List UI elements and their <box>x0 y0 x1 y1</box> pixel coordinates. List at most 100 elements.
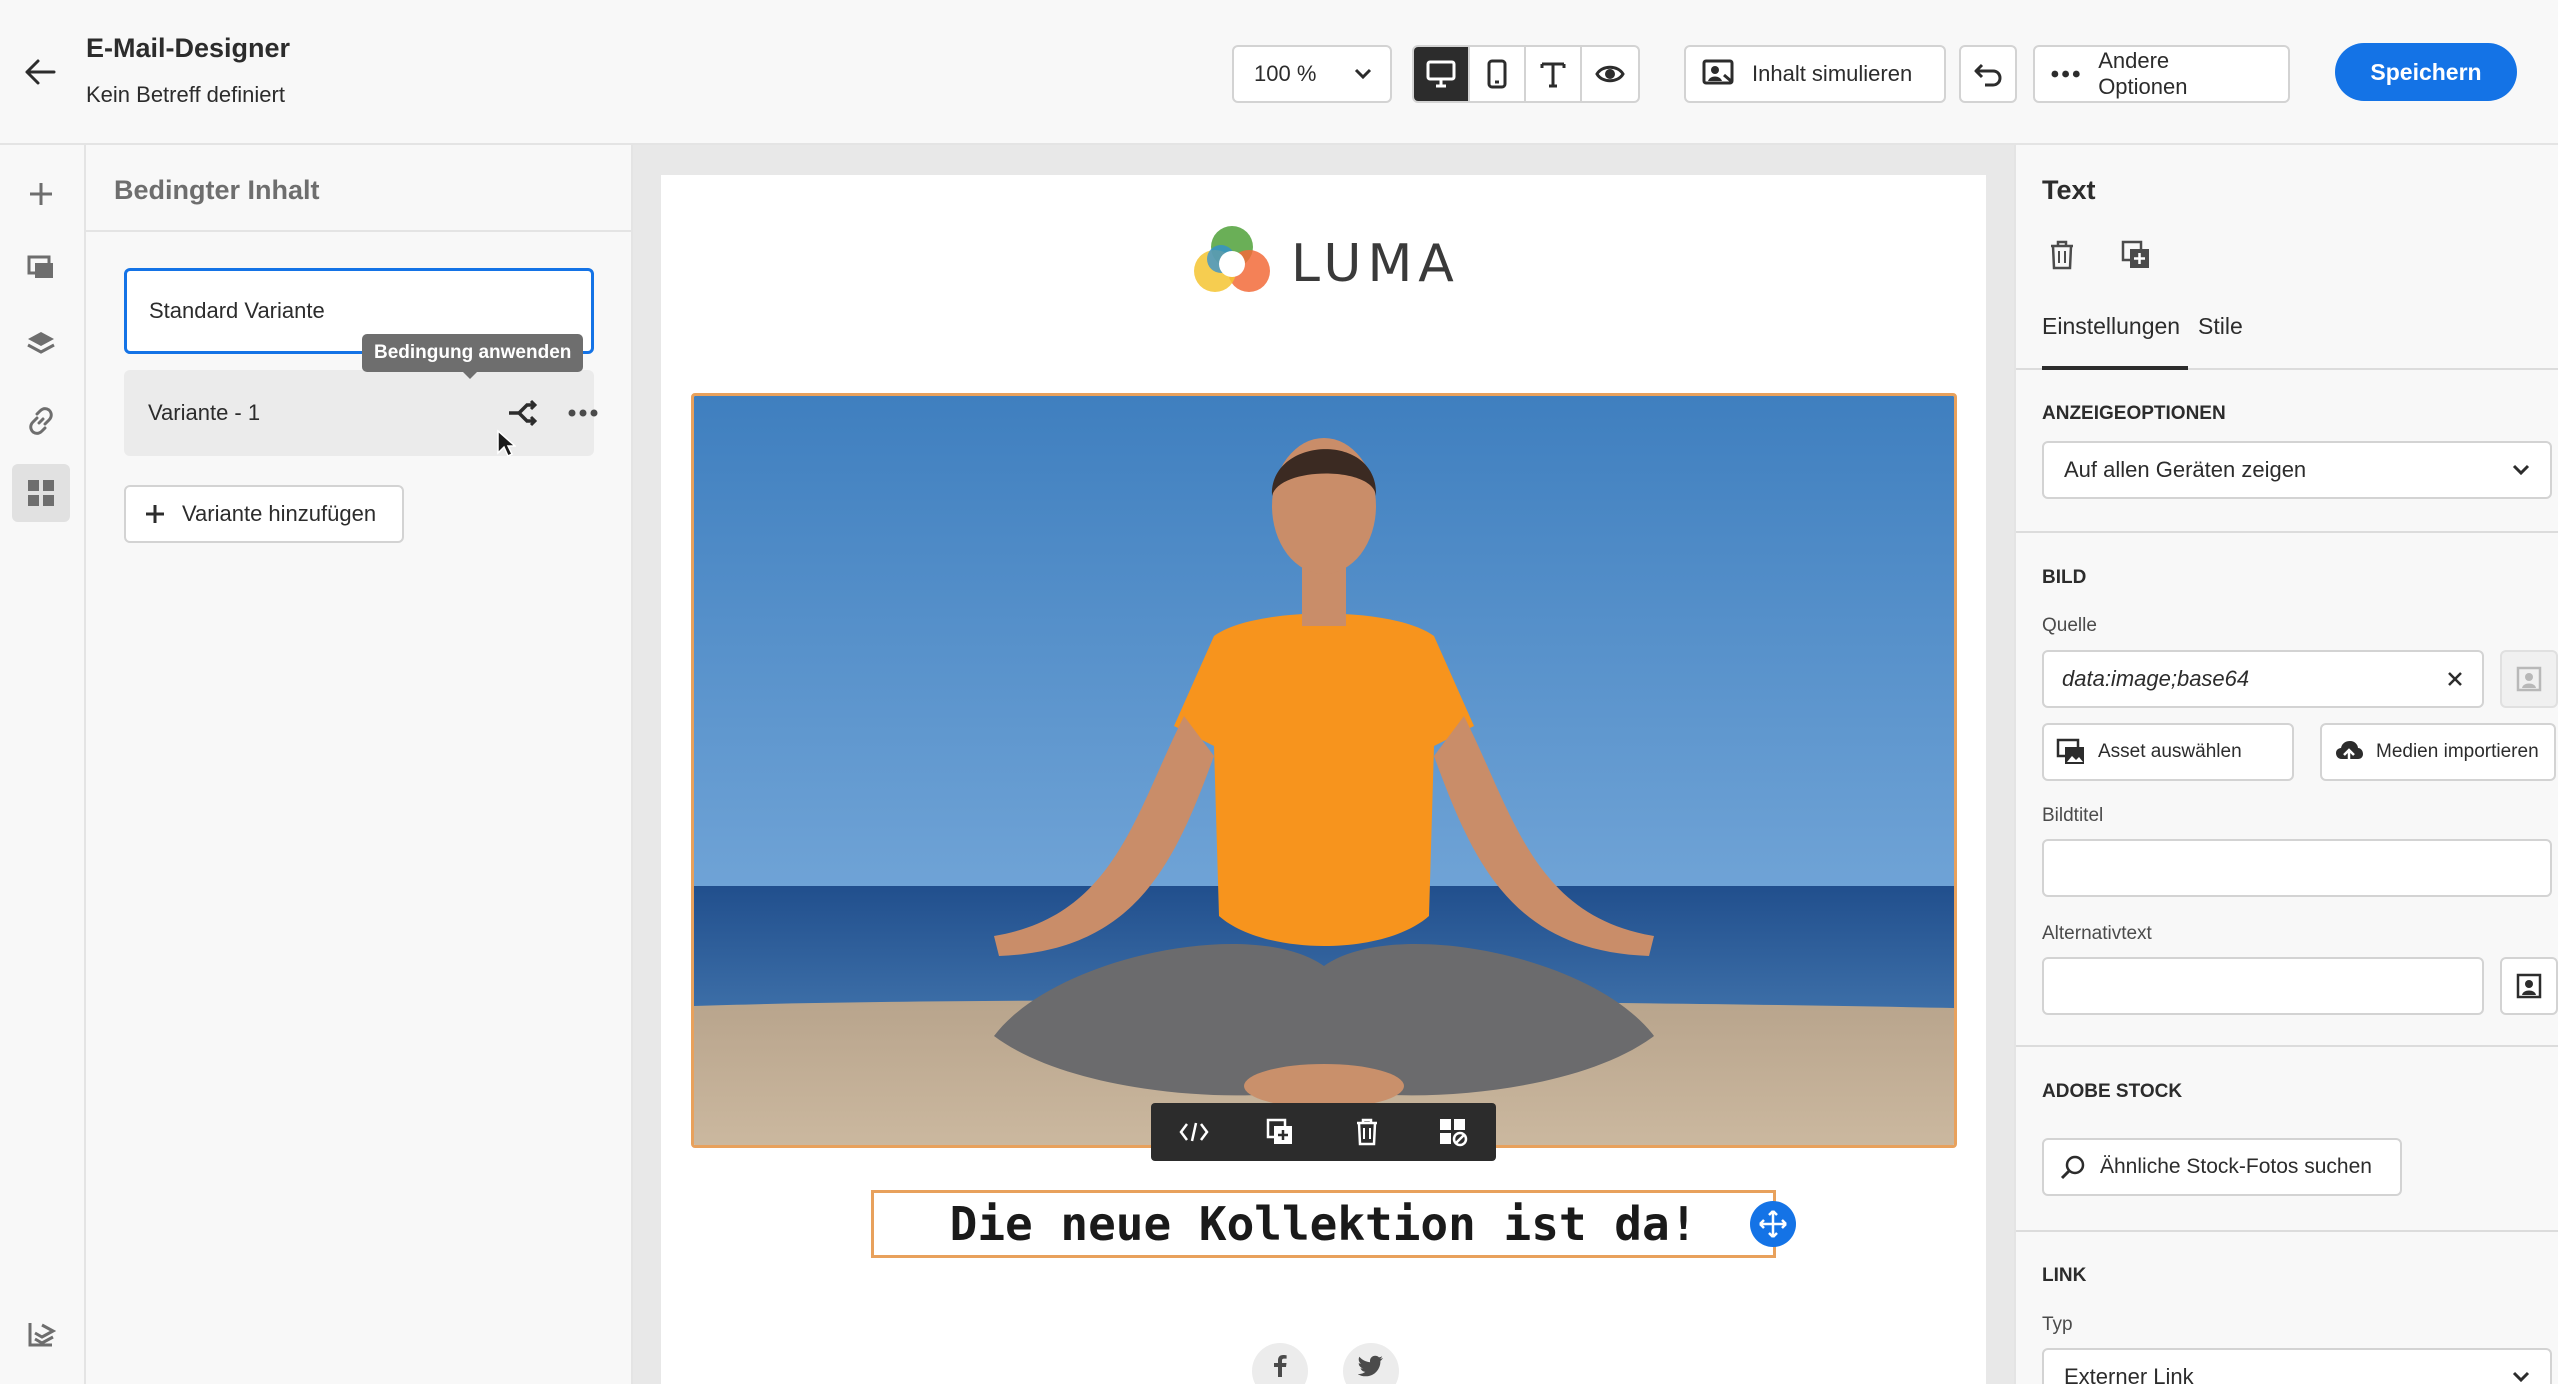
move-handle[interactable] <box>1750 1201 1796 1247</box>
apply-condition-button[interactable] <box>504 394 542 432</box>
desktop-view-button[interactable] <box>1414 47 1471 101</box>
asset-icon <box>2056 738 2084 764</box>
link-type-value: Externer Link <box>2064 1364 2194 1384</box>
email-canvas: LUMA Die neue Kollektion ist da! <box>633 145 2014 1384</box>
import-media-button[interactable]: Medien importieren <box>2320 723 2556 781</box>
link-type-select[interactable]: Externer Link <box>2042 1348 2552 1384</box>
facebook-icon <box>1274 1355 1287 1377</box>
headline-text[interactable]: Die neue Kollektion ist da! <box>950 1197 1698 1251</box>
duplicate-button[interactable] <box>1255 1107 1305 1157</box>
twitter-icon <box>1358 1355 1383 1377</box>
html-code-button[interactable] <box>1169 1107 1219 1157</box>
links-button[interactable] <box>12 392 70 450</box>
source-label: Quelle <box>2042 615 2097 636</box>
zoom-select[interactable]: 100 % <box>1232 45 1392 103</box>
select-asset-label: Asset auswählen <box>2098 741 2242 762</box>
image-title-label: Bildtitel <box>2042 805 2104 826</box>
zoom-value: 100 % <box>1254 61 1317 86</box>
stock-search-label: Ähnliche Stock-Fotos suchen <box>2100 1155 2372 1178</box>
import-media-label: Medien importieren <box>2376 741 2539 762</box>
mobile-view-button[interactable] <box>1470 47 1527 101</box>
simulate-content-label: Inhalt simulieren <box>1752 61 1913 86</box>
display-options-value: Auf allen Geräten zeigen <box>2064 457 2307 482</box>
duplicate-component-button[interactable] <box>2116 235 2156 275</box>
luma-logo-mark <box>1194 226 1270 292</box>
delete-button[interactable] <box>1342 1107 1392 1157</box>
select-asset-button[interactable]: Asset auswählen <box>2042 723 2294 781</box>
assets-button[interactable] <box>12 238 70 296</box>
undo-icon <box>1974 63 2002 87</box>
alt-text-label: Alternativtext <box>2042 923 2152 944</box>
chevron-down-icon <box>2512 464 2530 476</box>
text-block[interactable]: Die neue Kollektion ist da! <box>871 1190 1776 1258</box>
properties-title: Text <box>2042 175 2096 205</box>
apply-condition-tooltip: Bedingung anwenden <box>362 334 584 372</box>
save-button[interactable]: Speichern <box>2335 43 2517 101</box>
add-component-button[interactable] <box>12 165 70 223</box>
undo-button[interactable] <box>1959 45 2017 103</box>
duplicate-icon <box>2121 240 2149 268</box>
assets-icon <box>27 255 53 278</box>
personalization-icon <box>2516 973 2542 999</box>
other-options-label: Andere Optionen <box>2098 48 2188 99</box>
image-toolbar <box>1151 1103 1496 1161</box>
section-separator <box>2016 531 2558 533</box>
alt-text-input[interactable] <box>2042 957 2484 1015</box>
layers-settings-icon <box>28 1323 56 1347</box>
plus-icon <box>146 505 164 523</box>
section-separator <box>2016 1230 2558 1232</box>
variant-default-label: Standard Variante <box>149 298 325 323</box>
app-title: E-Mail-Designer <box>86 33 291 63</box>
variant-1[interactable]: Variante - 1 <box>124 370 598 456</box>
image-section-label: BILD <box>2042 567 2087 588</box>
mobile-icon <box>1487 59 1507 89</box>
clear-icon[interactable] <box>2446 670 2464 688</box>
chevron-down-icon <box>1354 68 1372 80</box>
twitter-link[interactable] <box>1343 1343 1399 1384</box>
mouse-cursor-icon <box>497 429 516 458</box>
chevron-down-icon <box>2512 1371 2530 1383</box>
conditional-content-panel: Bedingter Inhalt Standard Variante Varia… <box>86 145 633 1384</box>
facebook-link[interactable] <box>1252 1343 1308 1384</box>
display-options-select[interactable]: Auf allen Geräten zeigen <box>2042 441 2552 499</box>
tooltip-tip <box>462 371 478 379</box>
luma-logo-text: LUMA <box>1291 234 1460 294</box>
luma-logo[interactable]: LUMA <box>1191 223 1460 305</box>
manage-layers-button[interactable] <box>12 1305 70 1363</box>
delete-component-button[interactable] <box>2042 235 2082 275</box>
conditional-content-button[interactable] <box>12 464 70 522</box>
tab-settings[interactable]: Einstellungen <box>2042 313 2180 340</box>
section-separator <box>2016 1045 2558 1047</box>
preview-button[interactable] <box>1582 47 1638 101</box>
simulate-content-button[interactable]: Inhalt simulieren <box>1684 45 1946 103</box>
conditional-block-button[interactable] <box>1428 1107 1478 1157</box>
other-options-button[interactable]: Andere Optionen <box>2033 45 2290 103</box>
text-icon <box>1540 62 1566 88</box>
active-tab-indicator <box>2042 366 2188 370</box>
move-icon <box>1759 1210 1787 1238</box>
variant-more-button[interactable] <box>564 394 602 432</box>
panel-title: Bedingter Inhalt <box>114 175 320 205</box>
trash-icon <box>2051 240 2073 270</box>
back-button[interactable] <box>20 52 60 92</box>
source-personalize-button[interactable] <box>2500 650 2558 708</box>
tab-styles[interactable]: Stile <box>2198 313 2243 340</box>
link-type-label: Typ <box>2042 1314 2073 1335</box>
stock-search-button[interactable]: Ähnliche Stock-Fotos suchen <box>2042 1138 2402 1196</box>
link-section-label: LINK <box>2042 1265 2087 1286</box>
text-view-button[interactable] <box>1526 47 1583 101</box>
adobe-stock-label: ADOBE STOCK <box>2042 1081 2183 1102</box>
more-icon <box>2051 70 2080 78</box>
alt-text-personalize-button[interactable] <box>2500 957 2558 1015</box>
image-title-input[interactable] <box>2042 839 2552 897</box>
hero-image[interactable] <box>691 393 1957 1148</box>
layers-icon <box>27 332 55 354</box>
duplicate-icon <box>1267 1118 1293 1144</box>
yoga-woman-image <box>694 396 1954 1145</box>
add-variant-button[interactable]: Variante hinzufügen <box>124 485 404 543</box>
subject-line: Kein Betreff definiert <box>86 82 285 107</box>
conditional-block-icon <box>1439 1119 1468 1147</box>
source-input[interactable]: data:image;base64 <box>2042 650 2484 708</box>
email-body: LUMA Die neue Kollektion ist da! <box>661 175 1986 1384</box>
layers-button[interactable] <box>12 315 70 373</box>
